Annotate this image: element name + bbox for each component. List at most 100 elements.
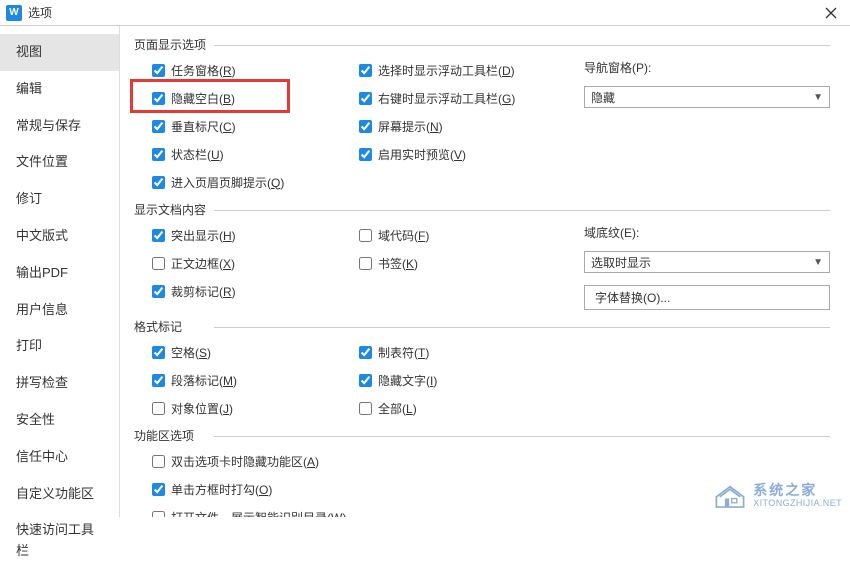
float-toolbar-select-label: 选择时显示浮动工具栏(D) [378,62,515,79]
screen-tip-label: 屏幕提示(N) [378,118,443,135]
hide-blank-checkbox[interactable]: 隐藏空白(B) [152,87,359,109]
nav-pane-select[interactable]: 隐藏 ▼ [584,86,830,108]
smart-toc-input[interactable] [152,511,165,518]
header-footer-hint-label: 进入页眉页脚提示(Q) [171,174,284,191]
field-shading-select[interactable]: 选取时显示 ▼ [584,251,830,273]
highlight-input[interactable] [152,229,165,242]
sidebar-item[interactable]: 常规与保存 [0,108,119,145]
paragraph-marks-input[interactable] [152,374,165,387]
chevron-down-icon: ▼ [813,92,823,103]
all-marks-label: 全部(L) [378,400,417,417]
paragraph-marks-checkbox[interactable]: 段落标记(M) [152,369,359,391]
header-footer-hint-checkbox[interactable]: 进入页眉页脚提示(Q) [152,171,359,193]
vertical-ruler-input[interactable] [152,120,165,133]
field-codes-label: 域代码(F) [378,227,429,244]
sidebar-item[interactable]: 中文版式 [0,218,119,255]
nav-pane-label: 导航窗格(P): [584,59,830,76]
sidebar: 视图编辑常规与保存文件位置修订中文版式输出PDF用户信息打印拼写检查安全性信任中… [0,26,120,517]
options-panel: 页面显示选项 任务窗格(R)隐藏空白(B)垂直标尺(C)状态栏(U)进入页眉页脚… [120,26,850,517]
float-toolbar-right-checkbox[interactable]: 右键时显示浮动工具栏(G) [359,87,584,109]
tabs-label: 制表符(T) [378,344,429,361]
click-box-check-checkbox[interactable]: 单击方框时打勾(O) [152,478,346,500]
sidebar-item[interactable]: 拼写检查 [0,365,119,402]
sidebar-item[interactable]: 输出PDF [0,255,119,292]
all-marks-checkbox[interactable]: 全部(L) [359,397,584,419]
field-shading-label: 域底纹(E): [584,224,830,241]
window-title: 选项 [28,4,52,21]
live-preview-input[interactable] [359,148,372,161]
float-toolbar-right-input[interactable] [359,92,372,105]
float-toolbar-select-checkbox[interactable]: 选择时显示浮动工具栏(D) [359,59,584,81]
field-codes-checkbox[interactable]: 域代码(F) [359,224,584,246]
app-icon: W [6,5,22,21]
smart-toc-label: 打开文件，展示智能识别目录(W) [171,509,346,518]
screen-tip-checkbox[interactable]: 屏幕提示(N) [359,115,584,137]
watermark: 系统之家 XITONGZHIJIA.NET [713,483,842,509]
smart-toc-checkbox[interactable]: 打开文件，展示智能识别目录(W) [152,506,346,517]
sidebar-item[interactable]: 打印 [0,328,119,365]
close-button[interactable] [818,0,844,26]
sidebar-item[interactable]: 安全性 [0,402,119,439]
click-box-check-label: 单击方框时打勾(O) [171,481,272,498]
status-bar-checkbox[interactable]: 状态栏(U) [152,143,359,165]
dblclick-hide-ribbon-input[interactable] [152,455,165,468]
sidebar-item[interactable]: 自定义功能区 [0,476,119,513]
sidebar-item[interactable]: 修订 [0,181,119,218]
sidebar-item[interactable]: 编辑 [0,71,119,108]
tabs-input[interactable] [359,346,372,359]
field-shading-value: 选取时显示 [591,254,651,271]
watermark-en: XITONGZHIJIA.NET [753,499,842,509]
object-anchor-label: 对象位置(J) [171,400,233,417]
sidebar-item[interactable]: 文件位置 [0,144,119,181]
sidebar-item[interactable]: 快速访问工具栏 [0,512,119,570]
sidebar-item[interactable]: 用户信息 [0,292,119,329]
body-border-input[interactable] [152,257,165,270]
live-preview-checkbox[interactable]: 启用实时预览(V) [359,143,584,165]
screen-tip-input[interactable] [359,120,372,133]
vertical-ruler-checkbox[interactable]: 垂直标尺(C) [152,115,359,137]
crop-marks-label: 裁剪标记(R) [171,283,236,300]
object-anchor-input[interactable] [152,402,165,415]
house-icon [713,483,747,509]
section-format-marks: 格式标记 [134,318,830,335]
task-pane-input[interactable] [152,64,165,77]
hidden-text-checkbox[interactable]: 隐藏文字(I) [359,369,584,391]
spaces-input[interactable] [152,346,165,359]
hidden-text-label: 隐藏文字(I) [378,372,437,389]
dblclick-hide-ribbon-checkbox[interactable]: 双击选项卡时隐藏功能区(A) [152,450,346,472]
task-pane-label: 任务窗格(R) [171,62,236,79]
bookmarks-input[interactable] [359,257,372,270]
hide-blank-input[interactable] [152,92,165,105]
status-bar-label: 状态栏(U) [171,146,224,163]
highlight-checkbox[interactable]: 突出显示(H) [152,224,359,246]
body-border-label: 正文边框(X) [171,255,235,272]
field-codes-input[interactable] [359,229,372,242]
click-box-check-input[interactable] [152,483,165,496]
sidebar-item[interactable]: 视图 [0,34,119,71]
header-footer-hint-input[interactable] [152,176,165,189]
nav-pane-value: 隐藏 [591,89,615,106]
watermark-cn: 系统之家 [753,483,842,498]
crop-marks-input[interactable] [152,285,165,298]
spaces-checkbox[interactable]: 空格(S) [152,341,359,363]
bookmarks-label: 书签(K) [378,255,418,272]
crop-marks-checkbox[interactable]: 裁剪标记(R) [152,280,359,302]
task-pane-checkbox[interactable]: 任务窗格(R) [152,59,359,81]
font-substitute-button[interactable]: 字体替换(O)... [584,285,830,310]
close-icon [825,7,837,19]
status-bar-input[interactable] [152,148,165,161]
sidebar-item[interactable]: 信任中心 [0,439,119,476]
object-anchor-checkbox[interactable]: 对象位置(J) [152,397,359,419]
bookmarks-checkbox[interactable]: 书签(K) [359,252,584,274]
paragraph-marks-label: 段落标记(M) [171,372,237,389]
dblclick-hide-ribbon-label: 双击选项卡时隐藏功能区(A) [171,453,319,470]
body-border-checkbox[interactable]: 正文边框(X) [152,252,359,274]
tabs-checkbox[interactable]: 制表符(T) [359,341,584,363]
float-toolbar-select-input[interactable] [359,64,372,77]
hidden-text-input[interactable] [359,374,372,387]
highlight-label: 突出显示(H) [171,227,236,244]
live-preview-label: 启用实时预览(V) [378,146,466,163]
spaces-label: 空格(S) [171,344,211,361]
float-toolbar-right-label: 右键时显示浮动工具栏(G) [378,90,515,107]
all-marks-input[interactable] [359,402,372,415]
